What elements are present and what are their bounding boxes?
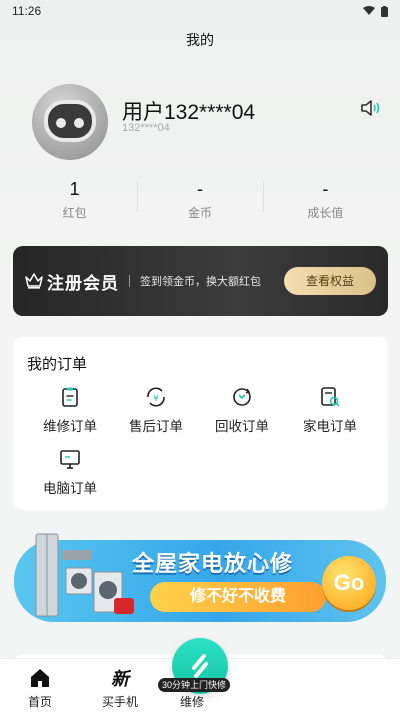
view-benefits-button[interactable]: 查看权益 xyxy=(284,267,376,295)
battery-icon xyxy=(381,5,388,17)
repair-badge: 30分钟上门快修 xyxy=(158,678,231,692)
order-label: 电脑订单 xyxy=(43,481,97,496)
banner-title: 全屋家电放心修 xyxy=(132,551,294,576)
svg-text:新: 新 xyxy=(111,669,131,689)
stats-row: 1 红包 - 金币 - 成长值 xyxy=(12,176,388,226)
clipboard-icon xyxy=(62,387,78,407)
order-label: 家电订单 xyxy=(303,419,357,434)
stat-red-packet[interactable]: 1 红包 xyxy=(12,176,137,226)
order-label: 售后订单 xyxy=(129,419,183,434)
tab-buy-phone[interactable]: 新 买手机 xyxy=(90,667,150,710)
svg-text:¥: ¥ xyxy=(153,394,159,404)
stat-value: - xyxy=(322,179,329,199)
order-computer[interactable]: 电脑订单 xyxy=(25,447,115,497)
stat-value: - xyxy=(196,179,203,199)
page-title: 我的 xyxy=(186,32,214,48)
order-repair[interactable]: 维修订单 xyxy=(25,385,115,435)
profile-section[interactable]: 用户132****04 132****04 xyxy=(32,84,382,164)
yuan-refresh-icon: ¥ xyxy=(147,387,165,407)
status-time: 11:26 xyxy=(12,4,42,18)
tab-label: 首页 xyxy=(27,695,52,709)
monitor-icon xyxy=(60,450,80,469)
crown-icon xyxy=(25,273,43,289)
order-appliance[interactable]: 家电订单 xyxy=(285,385,375,435)
speaker-icon[interactable] xyxy=(360,98,382,118)
tab-home[interactable]: 首页 xyxy=(10,667,70,710)
vip-title: 注册会员 xyxy=(47,273,119,293)
stat-growth[interactable]: - 成长值 xyxy=(262,176,388,226)
avatar[interactable] xyxy=(32,84,108,160)
wifi-icon xyxy=(363,6,375,15)
vip-divider xyxy=(129,275,130,287)
appliances-illustration xyxy=(35,533,134,617)
order-label: 回收订单 xyxy=(215,419,269,434)
stat-value: 1 xyxy=(69,179,80,199)
stat-coins[interactable]: - 金币 xyxy=(137,176,262,226)
avatar-face xyxy=(44,100,96,142)
promo-banner[interactable]: 全屋家电放心修 修不好不收费 Go xyxy=(14,528,386,628)
status-icons xyxy=(363,5,388,17)
order-label: 维修订单 xyxy=(43,419,97,434)
home-icon xyxy=(31,669,49,687)
tab-repair-label[interactable]: 维修 xyxy=(180,693,204,710)
stat-label: 红包 xyxy=(62,206,87,220)
recycle-icon xyxy=(233,388,251,406)
stat-label: 成长值 xyxy=(307,206,344,220)
appliance-search-icon xyxy=(321,387,340,407)
banner-go-button[interactable]: Go xyxy=(322,556,376,610)
user-phone: 132****04 xyxy=(122,122,170,134)
status-bar: 11:26 xyxy=(0,0,400,22)
vip-desc: 签到领金币，换大额红包 xyxy=(140,276,261,288)
orders-card: 我的订单 维修订单 ¥ 售后订单 回收订单 家电订单 电脑订单 xyxy=(13,337,388,510)
new-icon: 新 xyxy=(111,669,131,689)
vip-card[interactable]: 注册会员 签到领金币，换大额红包 查看权益 xyxy=(13,246,388,316)
order-after-sale[interactable]: ¥ 售后订单 xyxy=(111,385,201,435)
order-recycle[interactable]: 回收订单 xyxy=(197,385,287,435)
banner-pill: 修不好不收费 xyxy=(150,582,326,612)
stat-label: 金币 xyxy=(187,206,212,220)
tab-label: 买手机 xyxy=(101,695,138,709)
orders-title: 我的订单 xyxy=(27,356,88,373)
